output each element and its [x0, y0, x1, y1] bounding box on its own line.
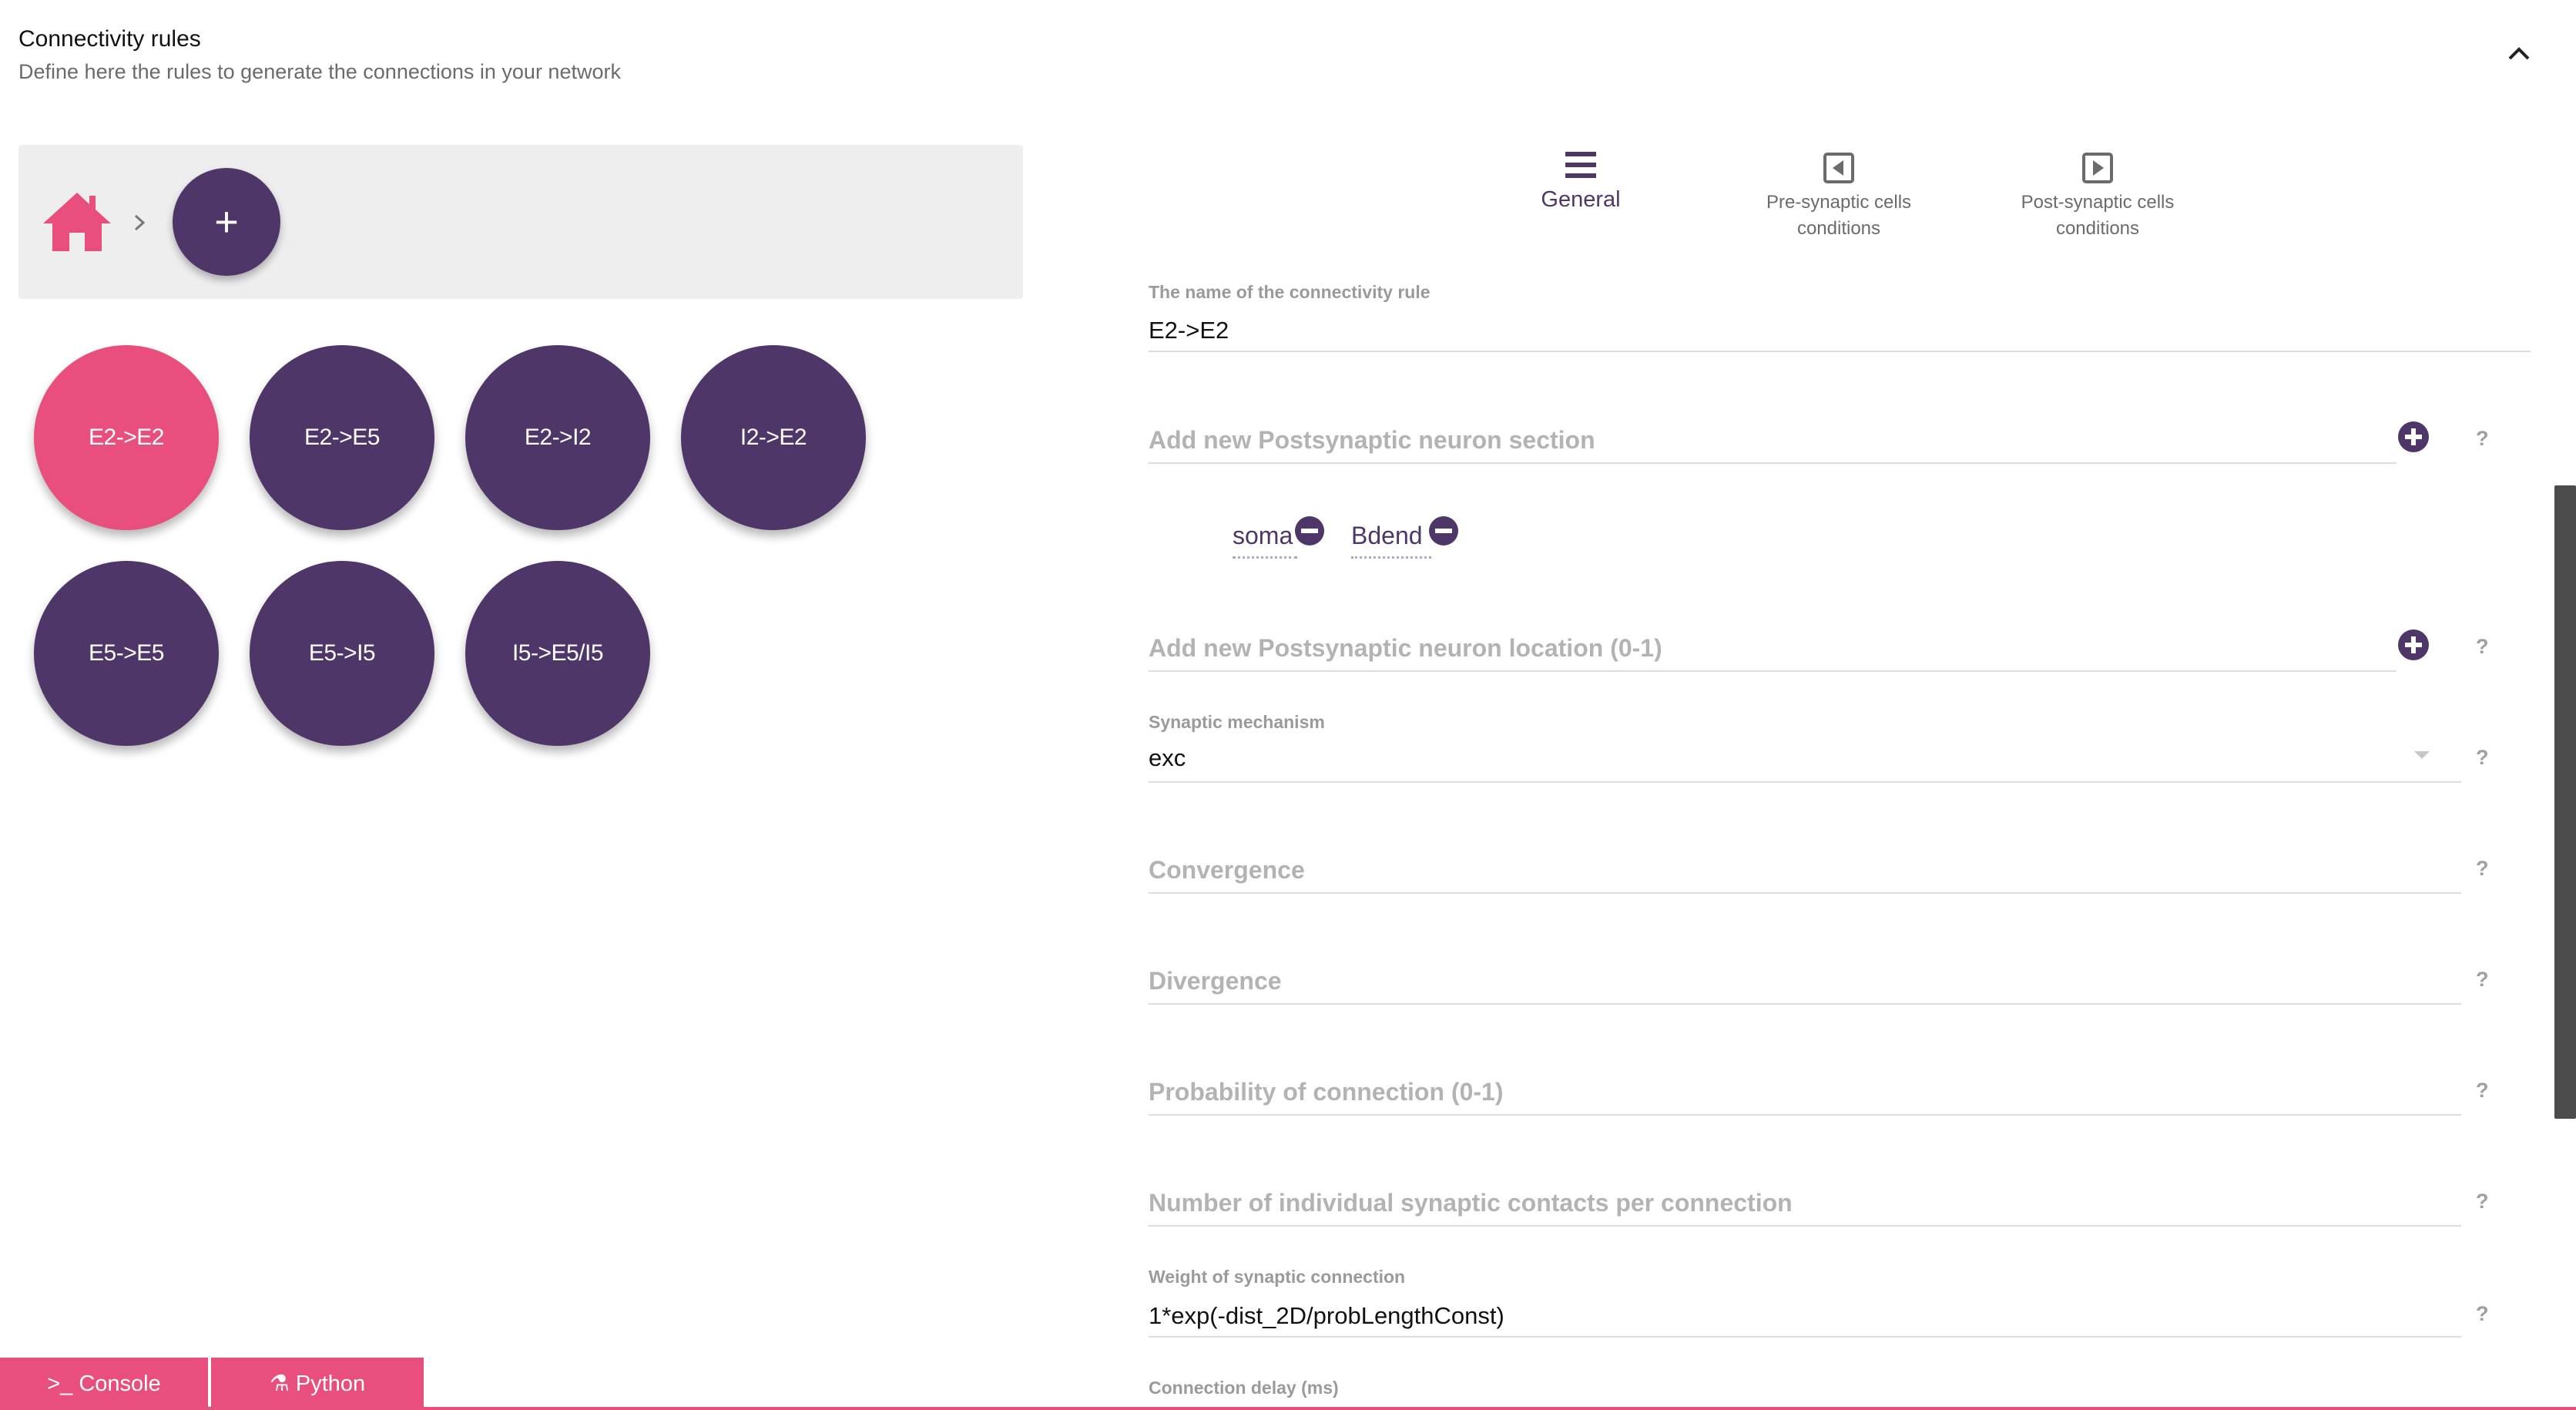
- rule-name-input[interactable]: E2->E2: [1149, 317, 1229, 344]
- arrow-left-box-icon: [1823, 153, 1854, 183]
- post-location-input[interactable]: Add new Postsynaptic neuron location (0-…: [1149, 634, 1662, 663]
- convergence-underline: [1149, 892, 2461, 894]
- synaptic-mechanism-underline: [1149, 781, 2461, 783]
- tab-post-synaptic[interactable]: Post-synaptic cells conditions: [2009, 153, 2186, 242]
- rule-name-label: The name of the connectivity rule: [1149, 282, 1431, 302]
- post-location-underline: [1149, 670, 2397, 672]
- tab-pre-synaptic-label: Pre-synaptic cells conditions: [1766, 192, 1912, 239]
- chip-soma-underline: [1233, 556, 1297, 559]
- help-icon-weight[interactable]: ?: [2476, 1302, 2489, 1326]
- help-icon-location[interactable]: ?: [2476, 635, 2489, 659]
- synaptic-mechanism-label: Synaptic mechanism: [1149, 712, 1325, 732]
- probability-input[interactable]: Probability of connection (0-1): [1149, 1078, 1503, 1106]
- page-subtitle: Define here the rules to generate the co…: [18, 60, 621, 83]
- rule-bubble[interactable]: E5->E5: [34, 561, 219, 746]
- breadcrumb: [18, 145, 1023, 299]
- chip-bdend-underline: [1351, 556, 1431, 559]
- rule-bubble[interactable]: E2->I2: [465, 345, 650, 530]
- console-tab[interactable]: >_ Console: [0, 1358, 208, 1410]
- contacts-input[interactable]: Number of individual synaptic contacts p…: [1149, 1189, 1793, 1217]
- chip-bdend: Bdend: [1351, 522, 1423, 549]
- rule-name-underline: [1149, 351, 2531, 352]
- add-location-icon[interactable]: [2397, 629, 2430, 661]
- remove-bdend-icon[interactable]: [1428, 515, 1459, 546]
- chip-soma: soma: [1233, 522, 1293, 549]
- divergence-underline: [1149, 1003, 2461, 1005]
- chevron-right-icon: [134, 214, 146, 231]
- menu-icon: [1565, 152, 1596, 178]
- tab-general[interactable]: General: [1511, 149, 1650, 213]
- arrow-right-box-icon: [2082, 153, 2113, 183]
- tab-pre-synaptic[interactable]: Pre-synaptic cells conditions: [1750, 153, 1927, 242]
- chevron-up-icon[interactable]: [2505, 40, 2533, 68]
- delay-label: Connection delay (ms): [1149, 1378, 1339, 1398]
- rule-bubble[interactable]: E2->E2: [34, 345, 219, 530]
- post-section-underline: [1149, 462, 2397, 464]
- python-tab-label: Python: [295, 1371, 366, 1396]
- help-icon-convergence[interactable]: ?: [2476, 857, 2489, 881]
- help-icon-contacts[interactable]: ?: [2476, 1190, 2489, 1214]
- convergence-input[interactable]: Convergence: [1149, 856, 1305, 885]
- dropdown-arrow-icon[interactable]: [2414, 751, 2430, 759]
- probability-underline: [1149, 1114, 2461, 1116]
- home-icon[interactable]: [42, 191, 112, 253]
- post-section-input[interactable]: Add new Postsynaptic neuron section: [1149, 426, 1595, 455]
- page-title: Connectivity rules: [18, 26, 201, 52]
- help-icon-probability[interactable]: ?: [2476, 1079, 2489, 1103]
- weight-input[interactable]: 1*exp(-dist_2D/probLengthConst): [1149, 1302, 1504, 1330]
- contacts-underline: [1149, 1225, 2461, 1227]
- rule-bubble[interactable]: E2->E5: [250, 345, 434, 530]
- rule-bubble[interactable]: E5->I5: [250, 561, 434, 746]
- add-section-icon[interactable]: [2397, 421, 2430, 453]
- divergence-input[interactable]: Divergence: [1149, 967, 1282, 995]
- flask-icon: ⚗: [269, 1371, 296, 1396]
- rule-bubble[interactable]: I2->E2: [681, 345, 866, 530]
- help-icon-divergence[interactable]: ?: [2476, 968, 2489, 992]
- rule-bubble[interactable]: I5->E5/I5: [465, 561, 650, 746]
- remove-soma-icon[interactable]: [1294, 515, 1325, 546]
- add-rule-button[interactable]: +: [173, 168, 280, 276]
- python-tab[interactable]: ⚗ Python: [211, 1358, 424, 1410]
- help-icon-mechanism[interactable]: ?: [2476, 746, 2489, 770]
- synaptic-mechanism-select[interactable]: exc: [1149, 744, 1186, 772]
- weight-underline: [1149, 1336, 2461, 1338]
- tab-general-label: General: [1541, 187, 1621, 212]
- weight-label: Weight of synaptic connection: [1149, 1267, 1406, 1287]
- tab-post-synaptic-label: Post-synaptic cells conditions: [2021, 192, 2175, 239]
- scrollbar-thumb[interactable]: [2554, 485, 2576, 1119]
- help-icon-section[interactable]: ?: [2476, 427, 2489, 451]
